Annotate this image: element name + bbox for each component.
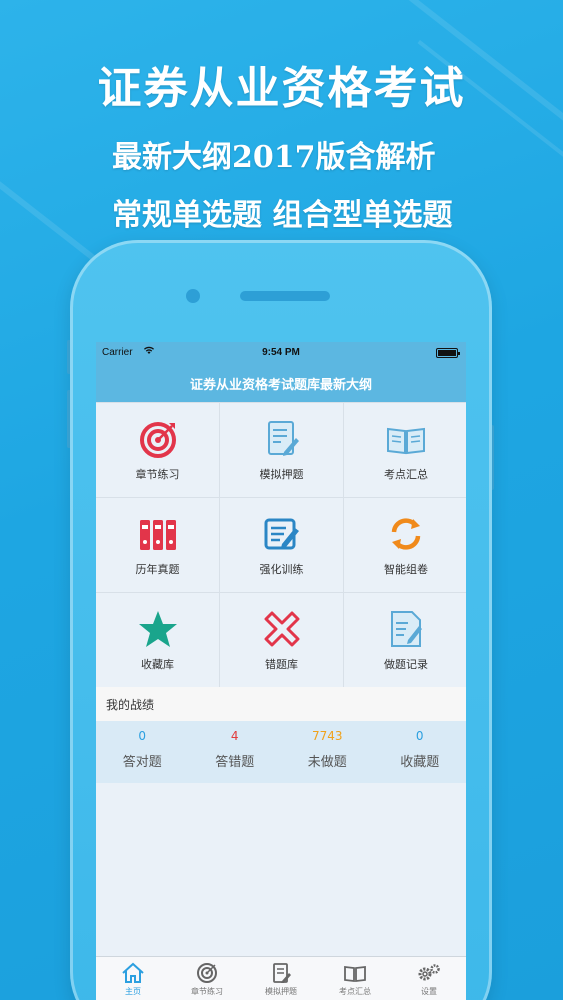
- score-value: 4: [230, 729, 239, 743]
- grid-item-label: 模拟押题: [259, 468, 304, 481]
- nav-bar: 证券从业资格考试题库最新大纲: [96, 364, 466, 402]
- score-undone[interactable]: 7743 未做题: [281, 721, 374, 783]
- feature-grid: 章节练习 模拟押题 考点汇总 历年真题 强化训练 智能组卷 收藏库 错题库 做题…: [96, 402, 466, 687]
- tab-label: 模拟押题: [265, 987, 297, 996]
- grid-item-smart-paper[interactable]: 智能组卷: [344, 498, 466, 592]
- tab-label: 章节练习: [191, 987, 223, 996]
- tab-key-points[interactable]: 考点汇总: [318, 957, 392, 1000]
- score-value: 0: [138, 729, 147, 743]
- score-wrong[interactable]: 4 答错题: [189, 721, 282, 783]
- target-icon: [194, 961, 220, 985]
- tab-bar: 主页 章节练习 模拟押题 考点汇总 设置: [96, 956, 466, 1000]
- scores-heading: 我的战绩: [96, 687, 466, 721]
- grid-item-label: 收藏库: [141, 658, 174, 671]
- score-value: 7743: [311, 729, 343, 743]
- star-icon: [137, 608, 179, 650]
- page-title: 证券从业资格考试题库最新大纲: [189, 377, 372, 393]
- promo-title: 证券从业资格考试: [97, 63, 466, 114]
- grid-item-chapter-practice[interactable]: 章节练习: [96, 403, 219, 497]
- scores-row: 0 答对题 4 答错题 7743 未做题 0 收藏题: [96, 721, 466, 783]
- status-bar: Carrier 9:54 PM: [96, 342, 466, 364]
- tab-label: 考点汇总: [339, 987, 371, 996]
- clock: 9:54 PM: [262, 347, 300, 358]
- tab-chapter-practice[interactable]: 章节练习: [170, 957, 244, 1000]
- score-label: 答错题: [215, 755, 255, 770]
- document-pen-icon: [268, 961, 294, 985]
- score-label: 答对题: [122, 755, 162, 770]
- notepad-pencil-icon: [261, 513, 303, 555]
- score-value: 0: [415, 729, 424, 743]
- grid-item-label: 做题记录: [384, 658, 428, 671]
- grid-item-history[interactable]: 做题记录: [344, 593, 466, 687]
- record-icon: [385, 608, 427, 650]
- grid-item-favorites[interactable]: 收藏库: [96, 593, 219, 687]
- binders-icon: [137, 513, 179, 555]
- document-pen-icon: [261, 418, 303, 460]
- home-icon: [120, 961, 146, 985]
- score-favorited[interactable]: 0 收藏题: [374, 721, 467, 783]
- grid-item-label: 章节练习: [135, 468, 180, 481]
- phone-camera: [186, 289, 200, 303]
- open-book-icon: [342, 961, 368, 985]
- grid-item-label: 考点汇总: [384, 468, 428, 481]
- app-screen: Carrier 9:54 PM 证券从业资格考试题库最新大纲 章节练习 模拟押题…: [96, 342, 466, 1000]
- cross-icon: [261, 608, 303, 650]
- open-book-icon: [385, 418, 427, 460]
- promo-subtitle: 最新大纲2017版含解析: [112, 140, 436, 175]
- phone-speaker: [240, 291, 330, 301]
- target-icon: [137, 418, 179, 460]
- refresh-icon: [385, 513, 427, 555]
- tab-settings[interactable]: 设置: [392, 957, 466, 1000]
- grid-item-label: 强化训练: [259, 563, 304, 576]
- grid-item-key-points[interactable]: 考点汇总: [344, 403, 466, 497]
- gear-icon: [416, 961, 442, 985]
- tab-mock-exam[interactable]: 模拟押题: [244, 957, 318, 1000]
- tab-label: 主页: [125, 987, 141, 996]
- score-correct[interactable]: 0 答对题: [96, 721, 189, 783]
- promo-question-types: 常规单选题 组合型单选题: [112, 198, 453, 233]
- tab-home[interactable]: 主页: [96, 957, 170, 1000]
- grid-item-label: 智能组卷: [384, 563, 428, 576]
- battery-icon: [436, 348, 460, 358]
- grid-item-past-exams[interactable]: 历年真题: [96, 498, 219, 592]
- score-label: 收藏题: [400, 755, 440, 770]
- grid-item-wrong-questions[interactable]: 错题库: [220, 593, 343, 687]
- score-label: 未做题: [307, 755, 347, 770]
- grid-item-label: 错题库: [265, 658, 298, 671]
- tab-label: 设置: [421, 987, 437, 996]
- grid-item-intensive-training[interactable]: 强化训练: [220, 498, 343, 592]
- grid-item-mock-exam[interactable]: 模拟押题: [220, 403, 343, 497]
- grid-item-label: 历年真题: [135, 563, 180, 576]
